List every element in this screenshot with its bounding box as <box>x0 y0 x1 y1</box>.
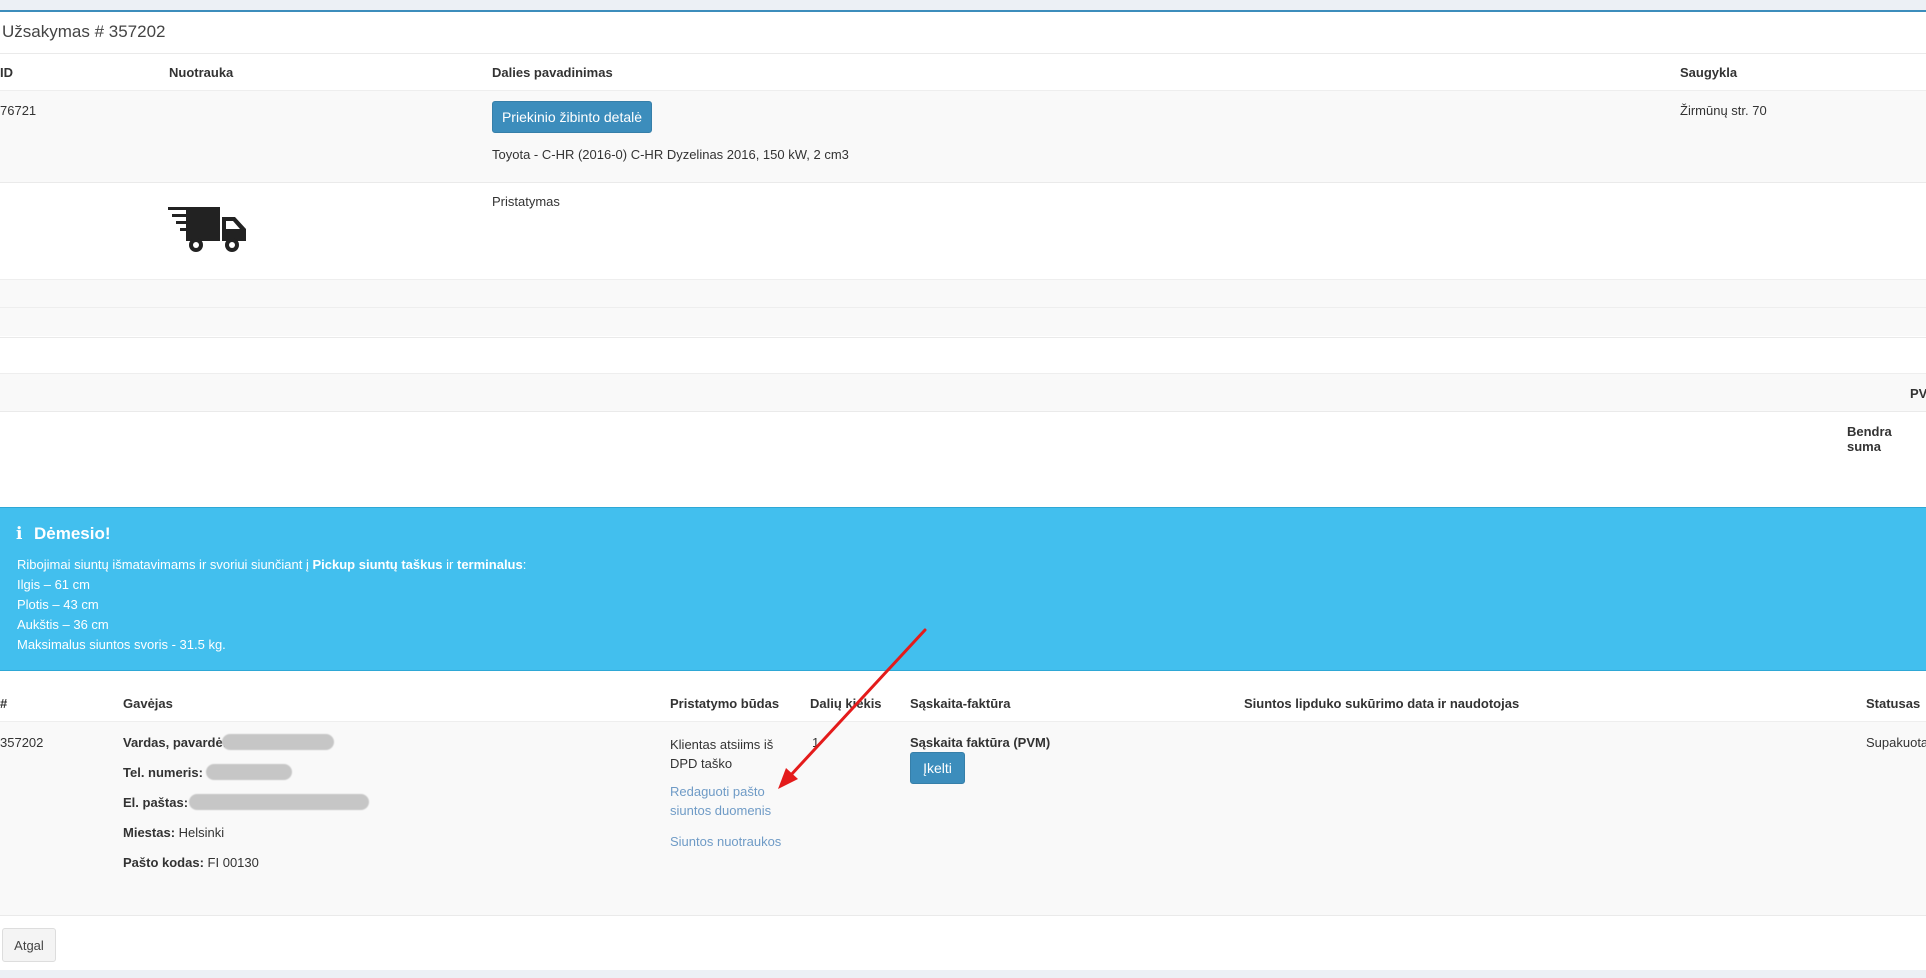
annotation-arrow <box>778 628 927 789</box>
